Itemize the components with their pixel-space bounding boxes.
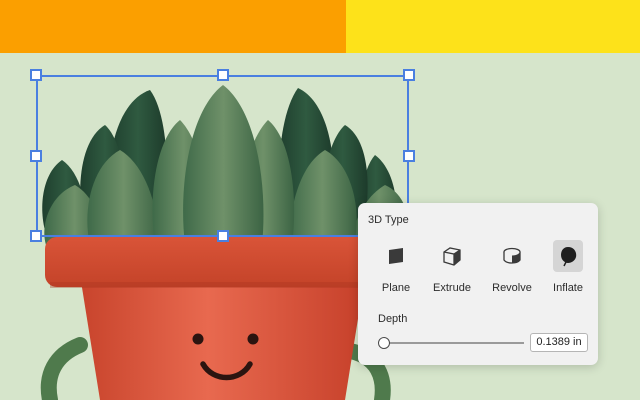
type-plane-button[interactable]: Plane [371,238,421,298]
selection-handle-top-center[interactable] [217,69,229,81]
left-arm [40,337,88,400]
pot-rim [45,237,395,287]
selection-handle-middle-right[interactable] [403,150,415,162]
type-inflate-button[interactable]: Inflate [543,238,593,298]
inflate-icon [553,240,583,272]
plane-icon [381,240,411,272]
right-eye [247,333,259,345]
selection-handle-top-left[interactable] [30,69,42,81]
type-label: Extrude [433,282,471,294]
type-label: Inflate [553,282,583,294]
selection-handle-top-right[interactable] [403,69,415,81]
depth-label: Depth [378,313,408,325]
left-eye [192,333,204,345]
depth-value-field[interactable]: 0.1389 in [530,333,588,352]
3d-type-panel: 3D Type Plane Extrude Revolve Inflate De… [358,203,598,365]
selection-handle-middle-left[interactable] [30,150,42,162]
selection-handle-bottom-left[interactable] [30,230,42,242]
depth-slider-thumb[interactable] [378,337,390,349]
extrude-icon [437,240,467,272]
panel-title: 3D Type [368,214,409,226]
depth-slider-track[interactable] [385,342,524,344]
revolve-icon [497,240,527,272]
type-extrude-button[interactable]: Extrude [427,238,477,298]
type-revolve-button[interactable]: Revolve [487,238,537,298]
selection-handle-bottom-center[interactable] [217,230,229,242]
pot-body [80,275,365,400]
